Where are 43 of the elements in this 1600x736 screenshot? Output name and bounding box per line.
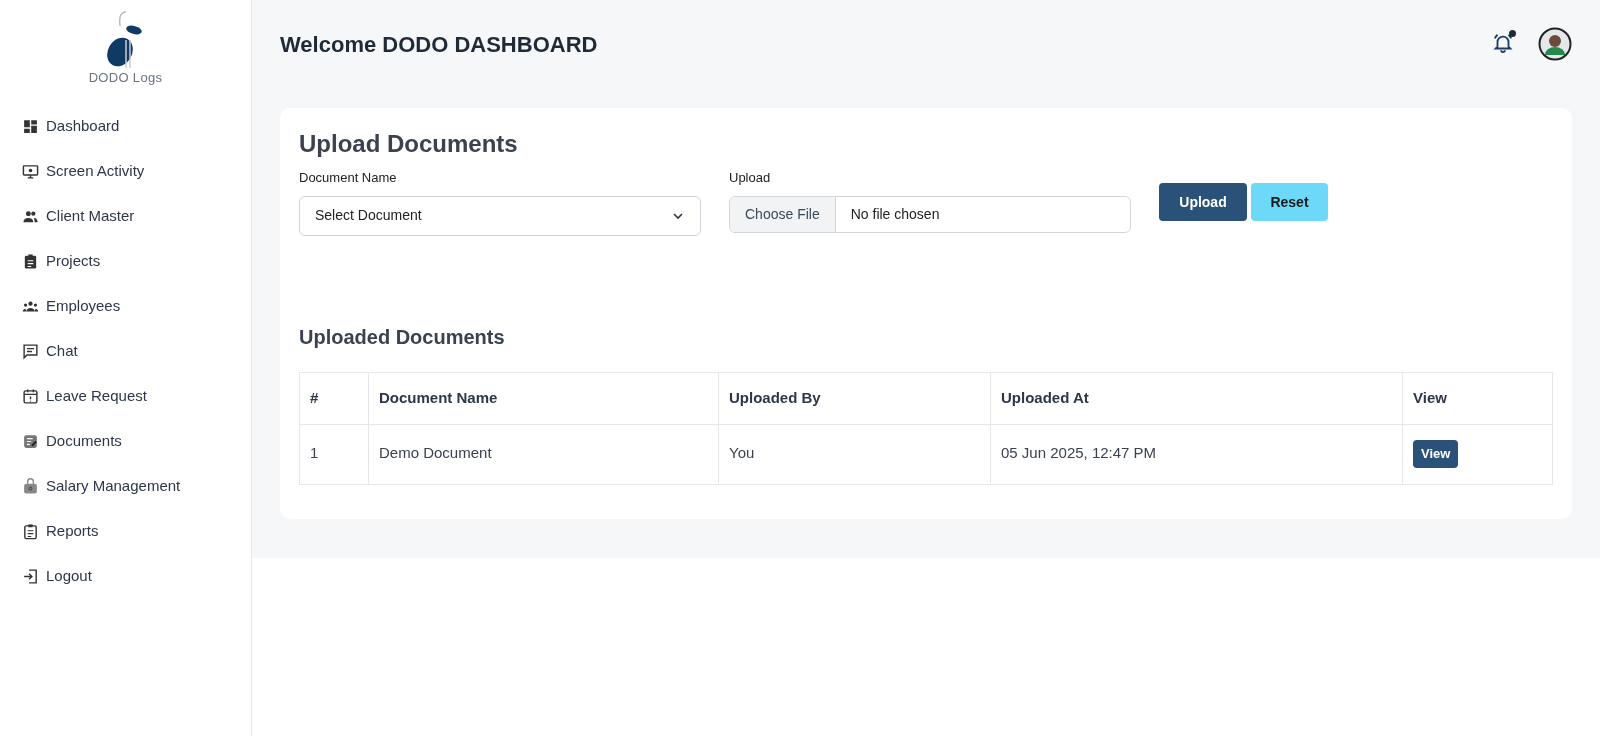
field-label: Upload — [729, 169, 772, 187]
page-title: Welcome DODO DASHBOARD — [280, 30, 598, 59]
clipboard-list-icon — [22, 523, 39, 540]
notification-bell-icon[interactable] — [1492, 32, 1516, 56]
document-edit-icon — [22, 433, 39, 450]
table-cell: Demo Document — [368, 424, 719, 484]
reset-button[interactable]: Reset — [1251, 183, 1328, 221]
column-header: View — [1402, 372, 1553, 424]
sidebar-item[interactable]: Salary Management — [22, 475, 251, 498]
sidebar-item[interactable]: Chat — [22, 340, 251, 363]
sidebar-item[interactable]: Projects — [22, 250, 251, 273]
bag-icon — [22, 478, 39, 495]
sidebar-item[interactable]: Leave Request — [22, 385, 251, 408]
column-header: Document Name — [368, 372, 719, 424]
field-label: Document Name — [299, 169, 398, 187]
table-cell: 1 — [299, 424, 369, 484]
sidebar-item[interactable]: Logout — [22, 565, 251, 588]
table-cell: You — [718, 424, 991, 484]
avatar-icon[interactable] — [1538, 27, 1572, 61]
chat-icon — [22, 343, 39, 360]
upload-button[interactable]: Upload — [1159, 183, 1247, 221]
section-title: Upload Documents — [299, 129, 519, 159]
people-icon — [22, 208, 39, 225]
sidebar-item[interactable]: Client Master — [22, 205, 251, 228]
monitor-eye-icon — [22, 163, 39, 180]
document-select[interactable]: Select Document — [299, 195, 701, 236]
column-header: # — [299, 372, 369, 424]
table-cell: 05 Jun 2025, 12:47 PM — [990, 424, 1403, 484]
column-header: Uploaded By — [718, 372, 991, 424]
column-header: Uploaded At — [990, 372, 1403, 424]
sidebar-item[interactable]: Dashboard — [22, 115, 251, 138]
clipboard-icon — [22, 253, 39, 270]
sidebar-item[interactable]: Documents — [22, 430, 251, 453]
sidebar-item[interactable]: Reports — [22, 520, 251, 543]
sidebar-item[interactable]: Employees — [22, 295, 251, 318]
sidebar-item[interactable]: Screen Activity — [22, 160, 251, 183]
logo-text: DODO Logs — [88, 69, 163, 87]
view-button[interactable]: View — [1413, 440, 1459, 468]
file-input[interactable]: Choose File No file chosen — [729, 195, 1131, 233]
calendar-icon — [22, 388, 39, 405]
logout-icon — [22, 568, 39, 585]
section-title: Uploaded Documents — [299, 324, 506, 350]
dashboard-icon — [22, 118, 39, 135]
